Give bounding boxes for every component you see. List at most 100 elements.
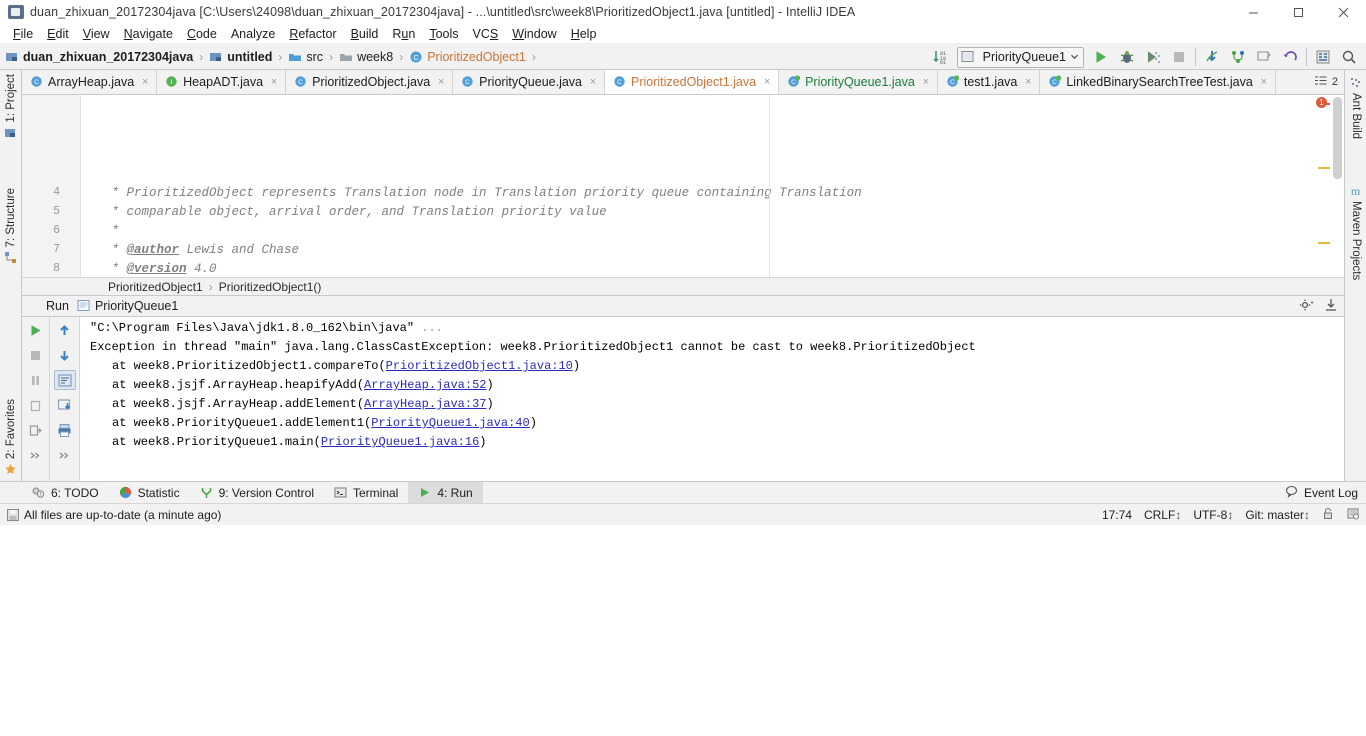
file-encoding[interactable]: UTF-8↕ [1193,508,1233,522]
close-icon[interactable]: × [921,76,931,88]
run-with-coverage-icon[interactable] [1140,45,1166,69]
sort-order-icon[interactable]: 01 10 01 [927,45,953,69]
menu-tools[interactable]: Tools [422,24,465,44]
minimize-icon[interactable] [1231,0,1276,24]
close-icon[interactable]: × [436,76,446,88]
editor-tab-test1[interactable]: C test1.java × [937,70,1041,94]
breadcrumb-src[interactable]: src [287,46,327,68]
menu-vcs[interactable]: VCS [466,24,506,44]
commit-icon[interactable] [1225,45,1251,69]
breadcrumb-module[interactable]: untitled [208,46,276,68]
menu-code[interactable]: Code [180,24,224,44]
menu-view[interactable]: View [76,24,117,44]
warning-stripe-mark[interactable] [1318,242,1330,244]
gear-icon[interactable] [1299,298,1314,315]
debug-icon[interactable] [1114,45,1140,69]
editor-gutter[interactable]: 4 5 6 7 8 9 10 11 12 13 14 15 16 17 18 1… [22,95,80,277]
more-icon[interactable] [25,445,47,465]
code-text-area[interactable]: * PrioritizedObject represents Translati… [82,95,1344,277]
breadcrumb-class-name[interactable]: PrioritizedObject1 [108,280,203,294]
chevron-down-icon[interactable] [1070,50,1079,64]
tool-window-todo[interactable]: ! 6: TODO [22,482,109,504]
inspections-icon[interactable] [1346,507,1360,523]
code-editor[interactable]: 4 5 6 7 8 9 10 11 12 13 14 15 16 17 18 1… [22,95,1344,277]
editor-tab-priorityqueue1[interactable]: C PriorityQueue1.java × [779,70,938,94]
editor-tab-prioritizedobject[interactable]: C PrioritizedObject.java × [286,70,454,94]
git-branch[interactable]: Git: master↕ [1245,508,1310,522]
push-icon[interactable] [1251,45,1277,69]
breadcrumb-method-name[interactable]: PrioritizedObject1() [219,280,322,294]
sidebar-item-maven-projects[interactable]: m Maven Projects [1345,182,1366,280]
trash-icon[interactable] [25,395,47,415]
sidebar-item-project[interactable]: 1: Project [0,74,22,141]
more-icon[interactable] [54,445,76,465]
maximize-icon[interactable] [1276,0,1321,24]
menu-build[interactable]: Build [344,24,386,44]
stacktrace-link[interactable]: PriorityQueue1.java:16 [321,435,479,449]
menu-run[interactable]: Run [385,24,422,44]
error-count-badge[interactable]: 1 [1316,97,1327,108]
menu-window[interactable]: Window [505,24,563,44]
editor-tab-prioritizedobject1[interactable]: C PrioritizedObject1.java × [605,70,780,94]
tab-overflow[interactable]: 2 [1308,70,1344,94]
close-icon[interactable]: × [762,76,772,88]
close-icon[interactable]: × [1259,76,1269,88]
tool-window-version-control[interactable]: 9: Version Control [190,482,324,504]
update-project-icon[interactable] [1199,45,1225,69]
menu-edit[interactable]: Edit [40,24,76,44]
close-icon[interactable]: × [588,76,598,88]
run-window-config-name[interactable]: PriorityQueue1 [95,299,178,313]
soft-wrap-icon[interactable] [53,370,76,390]
breadcrumb-class[interactable]: C PrioritizedObject1 [408,46,530,68]
menu-help[interactable]: Help [564,24,604,44]
close-icon[interactable]: × [1023,76,1033,88]
sidebar-item-structure[interactable]: 7: Structure [0,188,22,265]
menu-analyze[interactable]: Analyze [224,24,282,44]
breadcrumb-package[interactable]: week8 [338,46,397,68]
sidebar-item-favorites[interactable]: 2: Favorites [0,399,22,477]
menu-navigate[interactable]: Navigate [117,24,180,44]
editor-scrollbar-thumb[interactable] [1333,97,1342,179]
editor-scrollbar[interactable] [1331,95,1344,277]
rerun-icon[interactable] [25,320,47,340]
tool-window-terminal[interactable]: Terminal [324,482,408,504]
scroll-down-icon[interactable] [54,345,76,365]
stop-icon[interactable] [25,345,47,365]
editor-tab-priorityqueue[interactable]: C PriorityQueue.java × [453,70,605,94]
scroll-to-end-icon[interactable] [54,395,76,415]
stacktrace-link[interactable]: PriorityQueue1.java:40 [371,416,529,430]
event-log-button[interactable]: Event Log [1285,485,1358,501]
close-tab-icon[interactable] [25,420,47,440]
database-icon[interactable] [1310,45,1336,69]
close-icon[interactable]: × [269,76,279,88]
caret-position[interactable]: 17:74 [1102,508,1132,522]
stacktrace-link[interactable]: ArrayHeap.java:52 [364,378,486,392]
sidebar-item-ant-build[interactable]: Ant Build [1345,74,1366,139]
pause-icon[interactable] [25,370,47,390]
stop-icon[interactable] [1166,45,1192,69]
menu-refactor[interactable]: Refactor [282,24,343,44]
stacktrace-link[interactable]: PrioritizedObject1.java:10 [386,359,573,373]
breadcrumb-project[interactable]: duan_zhixuan_20172304java [4,46,197,68]
lock-icon[interactable] [1322,507,1334,523]
editor-tab-arrayheap[interactable]: C ArrayHeap.java × [22,70,158,94]
run-console-output[interactable]: "C:\Program Files\Java\jdk1.8.0_162\bin\… [80,317,1344,481]
stacktrace-link[interactable]: ArrayHeap.java:37 [364,397,486,411]
search-everywhere-icon[interactable] [1336,45,1362,69]
editor-tab-heapadt[interactable]: I HeapADT.java × [157,70,287,94]
run-configuration-selector[interactable]: PriorityQueue1 [956,46,1084,68]
revert-icon[interactable] [1277,45,1303,69]
java-interface-icon: I [165,75,179,89]
print-icon[interactable] [54,420,76,440]
editor-tab-linkedbinarysearchtreetest[interactable]: C LinkedBinarySearchTreeTest.java × [1040,70,1276,94]
scroll-up-icon[interactable] [54,320,76,340]
menu-file[interactable]: File [6,24,40,44]
line-separator[interactable]: CRLF↕ [1144,508,1181,522]
close-icon[interactable] [1321,0,1366,24]
tool-window-statistic[interactable]: Statistic [109,482,190,504]
run-icon[interactable] [1088,45,1114,69]
tool-window-run[interactable]: 4: Run [408,481,483,504]
close-icon[interactable]: × [140,76,150,88]
warning-stripe-mark[interactable] [1318,167,1330,169]
export-icon[interactable] [1324,298,1338,315]
